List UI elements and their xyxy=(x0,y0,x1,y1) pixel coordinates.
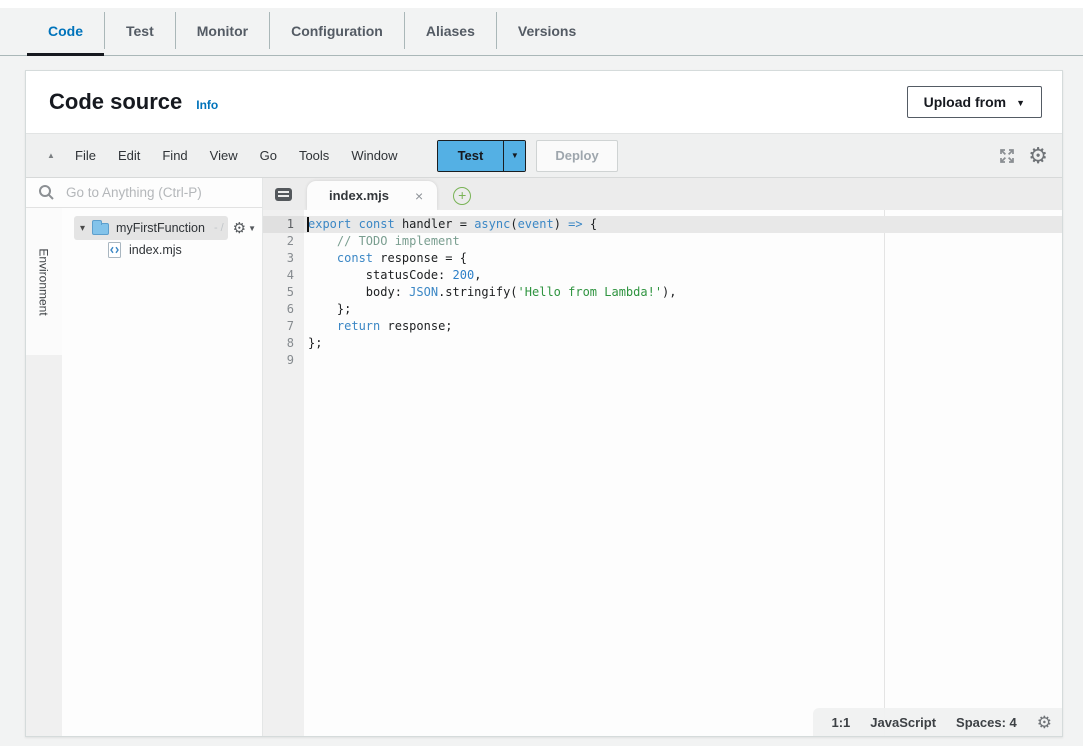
text-cursor xyxy=(307,217,309,232)
navigator-body: Environment ▾ myFirstFunction - / xyxy=(26,208,262,736)
upload-from-button[interactable]: Upload from ▼ xyxy=(907,86,1042,118)
environment-tab[interactable]: Environment xyxy=(26,208,62,355)
gutter-line-number[interactable]: 9 xyxy=(263,352,304,369)
deploy-button[interactable]: Deploy xyxy=(536,140,617,172)
code-line[interactable]: }; xyxy=(304,301,1062,318)
goto-anything-input[interactable] xyxy=(66,185,262,200)
editor-statusbar: 1:1 JavaScript Spaces: 4 ⚙ xyxy=(813,708,1062,736)
fullscreen-icon[interactable] xyxy=(994,145,1020,167)
editor-body: 123456789 export const handler = async(e… xyxy=(263,210,1062,736)
folder-icon xyxy=(92,223,109,235)
code-line[interactable]: export const handler = async(event) => { xyxy=(304,216,1062,233)
tabs-rule xyxy=(0,55,1083,56)
upload-from-label: Upload from xyxy=(924,94,1006,110)
code-line[interactable] xyxy=(304,352,1062,369)
editor-tab-label: index.mjs xyxy=(329,188,389,203)
close-tab-icon[interactable]: × xyxy=(415,188,423,204)
file-tree: ▾ myFirstFunction - / ⚙ ▼ xyxy=(62,208,262,736)
tab-code[interactable]: Code xyxy=(27,8,104,53)
file-name: index.mjs xyxy=(129,243,182,257)
editor-tabbar: index.mjs × + xyxy=(263,178,1062,210)
gutter-line-number[interactable]: 2 xyxy=(263,233,304,250)
tab-monitor[interactable]: Monitor xyxy=(176,8,269,53)
js-file-icon xyxy=(108,242,121,258)
menu-file[interactable]: File xyxy=(64,142,107,169)
folder-path-suffix: - / xyxy=(214,222,224,234)
environment-strip: Environment xyxy=(26,208,62,736)
menu-find[interactable]: Find xyxy=(151,142,198,169)
code-source-panel: Code source Info Upload from ▼ ▲ File Ed… xyxy=(25,70,1063,737)
gutter-line-number[interactable]: 6 xyxy=(263,301,304,318)
file-navigator: Environment ▾ myFirstFunction - / xyxy=(26,178,263,736)
test-button[interactable]: Test xyxy=(438,141,504,171)
tab-list-icon xyxy=(275,188,292,201)
menu-tools[interactable]: Tools xyxy=(288,142,340,169)
code-area[interactable]: export const handler = async(event) => {… xyxy=(304,210,1062,736)
gutter-line-number[interactable]: 3 xyxy=(263,250,304,267)
gutter-line-number[interactable]: 7 xyxy=(263,318,304,335)
gutter-line-number[interactable]: 1 xyxy=(263,216,304,233)
expand-caret-icon[interactable]: ▾ xyxy=(80,223,85,234)
code-line[interactable]: }; xyxy=(304,335,1062,352)
goto-anything-row xyxy=(26,178,262,208)
tree-settings-button[interactable]: ⚙ ▼ xyxy=(233,221,256,236)
collapse-pane-icon[interactable]: ▲ xyxy=(38,151,64,160)
editor-menubar: ▲ File Edit Find View Go Tools Window Te… xyxy=(26,133,1062,178)
statusbar-gear-icon[interactable]: ⚙ xyxy=(1037,714,1052,731)
menu-edit[interactable]: Edit xyxy=(107,142,151,169)
search-icon xyxy=(26,184,66,201)
workspace: Environment ▾ myFirstFunction - / xyxy=(26,178,1062,736)
code-line[interactable]: const response = { xyxy=(304,250,1062,267)
editor-settings-gear-icon[interactable]: ⚙ xyxy=(1028,145,1048,167)
caret-down-icon: ▼ xyxy=(248,224,256,233)
editor-pane: index.mjs × + 123456789 export const han… xyxy=(263,178,1062,736)
code-line[interactable]: return response; xyxy=(304,318,1062,335)
new-tab-button[interactable]: + xyxy=(453,187,471,205)
test-dropdown-caret[interactable]: ▼ xyxy=(503,141,525,171)
editor-gutter: 123456789 xyxy=(263,210,304,736)
editor-tab-indexmjs[interactable]: index.mjs × xyxy=(307,181,437,210)
tab-list-button[interactable] xyxy=(263,178,303,210)
environment-label: Environment xyxy=(37,248,51,315)
menu-go[interactable]: Go xyxy=(249,142,288,169)
gear-icon: ⚙ xyxy=(233,221,246,236)
page-title: Code source xyxy=(49,89,182,115)
gutter-line-number[interactable]: 5 xyxy=(263,284,304,301)
tab-configuration[interactable]: Configuration xyxy=(270,8,404,53)
code-lines: export const handler = async(event) => {… xyxy=(304,216,1062,369)
lambda-function-page: Code Test Monitor Configuration Aliases … xyxy=(0,0,1083,746)
tab-versions[interactable]: Versions xyxy=(497,8,597,53)
function-tabs: Code Test Monitor Configuration Aliases … xyxy=(0,8,1083,53)
panel-header: Code source Info Upload from ▼ xyxy=(26,71,1062,133)
tab-test[interactable]: Test xyxy=(105,8,175,53)
caret-down-icon: ▼ xyxy=(1016,98,1025,108)
info-link[interactable]: Info xyxy=(196,98,218,112)
code-line[interactable]: statusCode: 200, xyxy=(304,267,1062,284)
menu-view[interactable]: View xyxy=(199,142,249,169)
code-line[interactable]: body: JSON.stringify('Hello from Lambda!… xyxy=(304,284,1062,301)
test-split-button: Test ▼ xyxy=(437,140,527,172)
tree-row-file[interactable]: index.mjs xyxy=(62,239,262,261)
tab-aliases[interactable]: Aliases xyxy=(405,8,496,53)
menu-window[interactable]: Window xyxy=(340,142,408,169)
gutter-line-number[interactable]: 4 xyxy=(263,267,304,284)
tree-row-folder[interactable]: ▾ myFirstFunction - / ⚙ ▼ xyxy=(76,217,256,239)
top-strip xyxy=(0,0,1083,8)
language-mode[interactable]: JavaScript xyxy=(870,715,936,730)
cursor-position[interactable]: 1:1 xyxy=(831,715,850,730)
code-line[interactable]: // TODO implement xyxy=(304,233,1062,250)
folder-name: myFirstFunction xyxy=(116,221,205,235)
indentation-setting[interactable]: Spaces: 4 xyxy=(956,715,1017,730)
gutter-line-number[interactable]: 8 xyxy=(263,335,304,352)
